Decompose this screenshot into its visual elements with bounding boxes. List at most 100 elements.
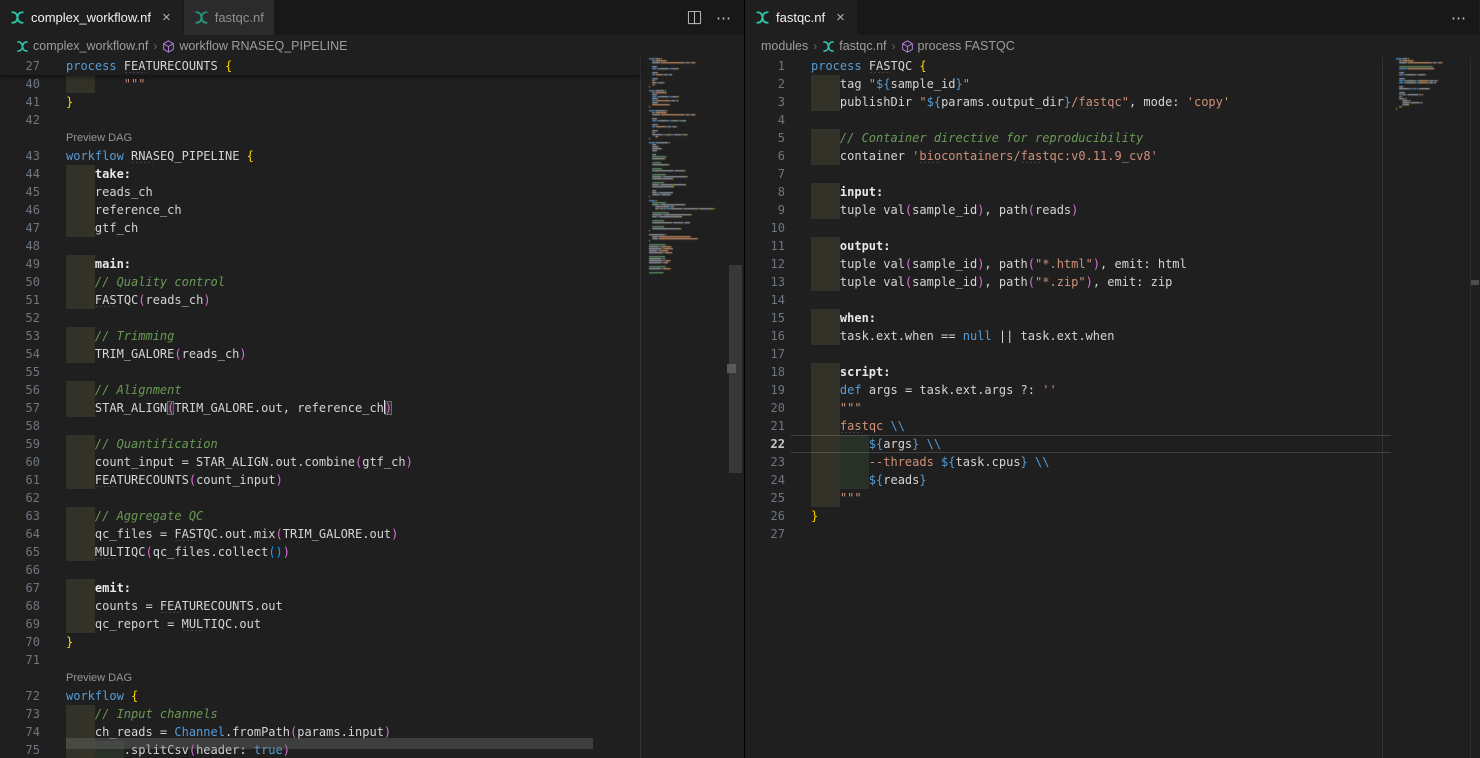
code-line[interactable]: 61 FEATURECOUNTS(count_input) <box>0 471 744 489</box>
breadcrumb-symbol[interactable]: workflow RNASEQ_PIPELINE <box>162 39 347 53</box>
split-editor-icon[interactable] <box>687 10 702 25</box>
code-line[interactable]: 64 qc_files = FASTQC.out.mix(TRIM_GALORE… <box>0 525 744 543</box>
line-number: 56 <box>0 381 40 399</box>
code-line[interactable]: 55 <box>0 363 744 381</box>
code-line[interactable]: 15 when: <box>745 309 1479 327</box>
code-line[interactable]: 26} <box>745 507 1479 525</box>
line-number: 2 <box>745 75 785 93</box>
code-line[interactable]: 72workflow { <box>0 687 744 705</box>
code-line[interactable]: 22 ${args} \\ <box>745 435 1479 453</box>
code-line[interactable]: 10 <box>745 219 1479 237</box>
tab-fastqc-left[interactable]: fastqc.nf <box>184 0 275 35</box>
code-line[interactable]: 46 reference_ch <box>0 201 744 219</box>
line-number: 24 <box>745 471 785 489</box>
minimap[interactable] <box>1392 57 1458 757</box>
code-line[interactable]: 44 take: <box>0 165 744 183</box>
close-icon[interactable]: × <box>160 10 173 25</box>
code-line[interactable]: 69 qc_report = MULTIQC.out <box>0 615 744 633</box>
code-line[interactable]: 6 container 'biocontainers/fastqc:v0.11.… <box>745 147 1479 165</box>
code-line[interactable]: 48 <box>0 237 744 255</box>
breadcrumb-file[interactable]: fastqc.nf <box>822 39 886 53</box>
close-icon[interactable]: × <box>834 10 847 25</box>
code-line[interactable]: 14 <box>745 291 1479 309</box>
tab-fastqc-right[interactable]: fastqc.nf × <box>745 0 858 35</box>
code-line[interactable]: 71 <box>0 651 744 669</box>
code-line[interactable]: 49 main: <box>0 255 744 273</box>
code-line[interactable]: 2 tag "${sample_id}" <box>745 75 1479 93</box>
code-line[interactable]: 27 <box>745 525 1479 543</box>
breadcrumb-folder[interactable]: modules <box>761 39 808 53</box>
line-number: 50 <box>0 273 40 291</box>
line-number: 48 <box>0 237 40 255</box>
tab-complex-workflow[interactable]: complex_workflow.nf × <box>0 0 184 35</box>
code-line[interactable]: 4 <box>745 111 1479 129</box>
line-number: 59 <box>0 435 40 453</box>
code-line[interactable]: 12 tuple val(sample_id), path("*.html"),… <box>745 255 1479 273</box>
code-line[interactable]: 25 """ <box>745 489 1479 507</box>
code-line[interactable]: 16 task.ext.when == null || task.ext.whe… <box>745 327 1479 345</box>
code-line[interactable]: 17 <box>745 345 1479 363</box>
code-line[interactable]: 62 <box>0 489 744 507</box>
code-line[interactable]: 53 // Trimming <box>0 327 744 345</box>
code-editor-left[interactable]: 40 """41}42Preview DAG43workflow RNASEQ_… <box>0 57 744 758</box>
code-line[interactable]: 57 STAR_ALIGN(TRIM_GALORE.out, reference… <box>0 399 744 417</box>
code-line[interactable]: 47 gtf_ch <box>0 219 744 237</box>
code-line[interactable]: 11 output: <box>745 237 1479 255</box>
code-line[interactable]: 50 // Quality control <box>0 273 744 291</box>
code-line[interactable]: 9 tuple val(sample_id), path(reads) <box>745 201 1479 219</box>
sash-handle[interactable] <box>727 364 736 373</box>
code-line[interactable]: 66 <box>0 561 744 579</box>
sticky-scroll-line[interactable]: 27process FEATURECOUNTS { <box>0 57 640 75</box>
line-number: 57 <box>0 399 40 417</box>
code-line[interactable]: 40 """ <box>0 75 744 93</box>
codelens-link[interactable]: Preview DAG <box>66 669 132 687</box>
codelens-line[interactable]: Preview DAG <box>0 669 744 687</box>
code-line[interactable]: 20 """ <box>745 399 1479 417</box>
code-line[interactable]: 5 // Container directive for reproducibi… <box>745 129 1479 147</box>
code-line[interactable]: 8 input: <box>745 183 1479 201</box>
breadcrumb-symbol[interactable]: process FASTQC <box>901 39 1015 53</box>
editor-group-left: complex_workflow.nf × fastqc.nf ⋯ comple… <box>0 0 744 758</box>
line-number: 20 <box>745 399 785 417</box>
code-line[interactable]: 68 counts = FEATURECOUNTS.out <box>0 597 744 615</box>
code-line[interactable]: 58 <box>0 417 744 435</box>
code-line[interactable]: 45 reads_ch <box>0 183 744 201</box>
code-line[interactable]: 73 // Input channels <box>0 705 744 723</box>
horizontal-scrollbar[interactable] <box>66 738 593 749</box>
code-line[interactable]: 59 // Quantification <box>0 435 744 453</box>
code-line[interactable]: 19 def args = task.ext.args ?: '' <box>745 381 1479 399</box>
code-line[interactable]: 18 script: <box>745 363 1479 381</box>
code-line[interactable]: 43workflow RNASEQ_PIPELINE { <box>0 147 744 165</box>
codelens-link[interactable]: Preview DAG <box>66 129 132 147</box>
code-line[interactable]: 24 ${reads} <box>745 471 1479 489</box>
line-number: 9 <box>745 201 785 219</box>
code-line[interactable]: 23 --threads ${task.cpus} \\ <box>745 453 1479 471</box>
code-line[interactable]: 42 <box>0 111 744 129</box>
code-line[interactable]: 60 count_input = STAR_ALIGN.out.combine(… <box>0 453 744 471</box>
code-editor-right[interactable]: 1process FASTQC {2 tag "${sample_id}"3 p… <box>745 57 1479 758</box>
codelens-line[interactable]: Preview DAG <box>0 129 744 147</box>
minimap[interactable] <box>645 57 729 757</box>
code-line[interactable]: 56 // Alignment <box>0 381 744 399</box>
line-number: 52 <box>0 309 40 327</box>
code-line[interactable]: 7 <box>745 165 1479 183</box>
code-line[interactable]: 41} <box>0 93 744 111</box>
code-line[interactable]: 51 FASTQC(reads_ch) <box>0 291 744 309</box>
code-line[interactable]: 1process FASTQC { <box>745 57 1479 75</box>
code-line[interactable]: 13 tuple val(sample_id), path("*.zip"), … <box>745 273 1479 291</box>
code-line[interactable]: 65 MULTIQC(qc_files.collect()) <box>0 543 744 561</box>
code-line[interactable]: 67 emit: <box>0 579 744 597</box>
code-line[interactable]: 63 // Aggregate QC <box>0 507 744 525</box>
code-line[interactable]: 70} <box>0 633 744 651</box>
code-line[interactable]: 21 fastqc \\ <box>745 417 1479 435</box>
breadcrumb-file[interactable]: complex_workflow.nf <box>16 39 148 53</box>
code-line[interactable]: 52 <box>0 309 744 327</box>
code-line[interactable]: 3 publishDir "${params.output_dir}/fastq… <box>745 93 1479 111</box>
more-actions-icon[interactable]: ⋯ <box>716 9 732 27</box>
line-number: 4 <box>745 111 785 129</box>
line-number: 17 <box>745 345 785 363</box>
more-actions-icon[interactable]: ⋯ <box>1451 9 1467 27</box>
breadcrumb-separator: › <box>153 39 157 53</box>
code-line[interactable]: 54 TRIM_GALORE(reads_ch) <box>0 345 744 363</box>
breadcrumb-separator: › <box>892 39 896 53</box>
